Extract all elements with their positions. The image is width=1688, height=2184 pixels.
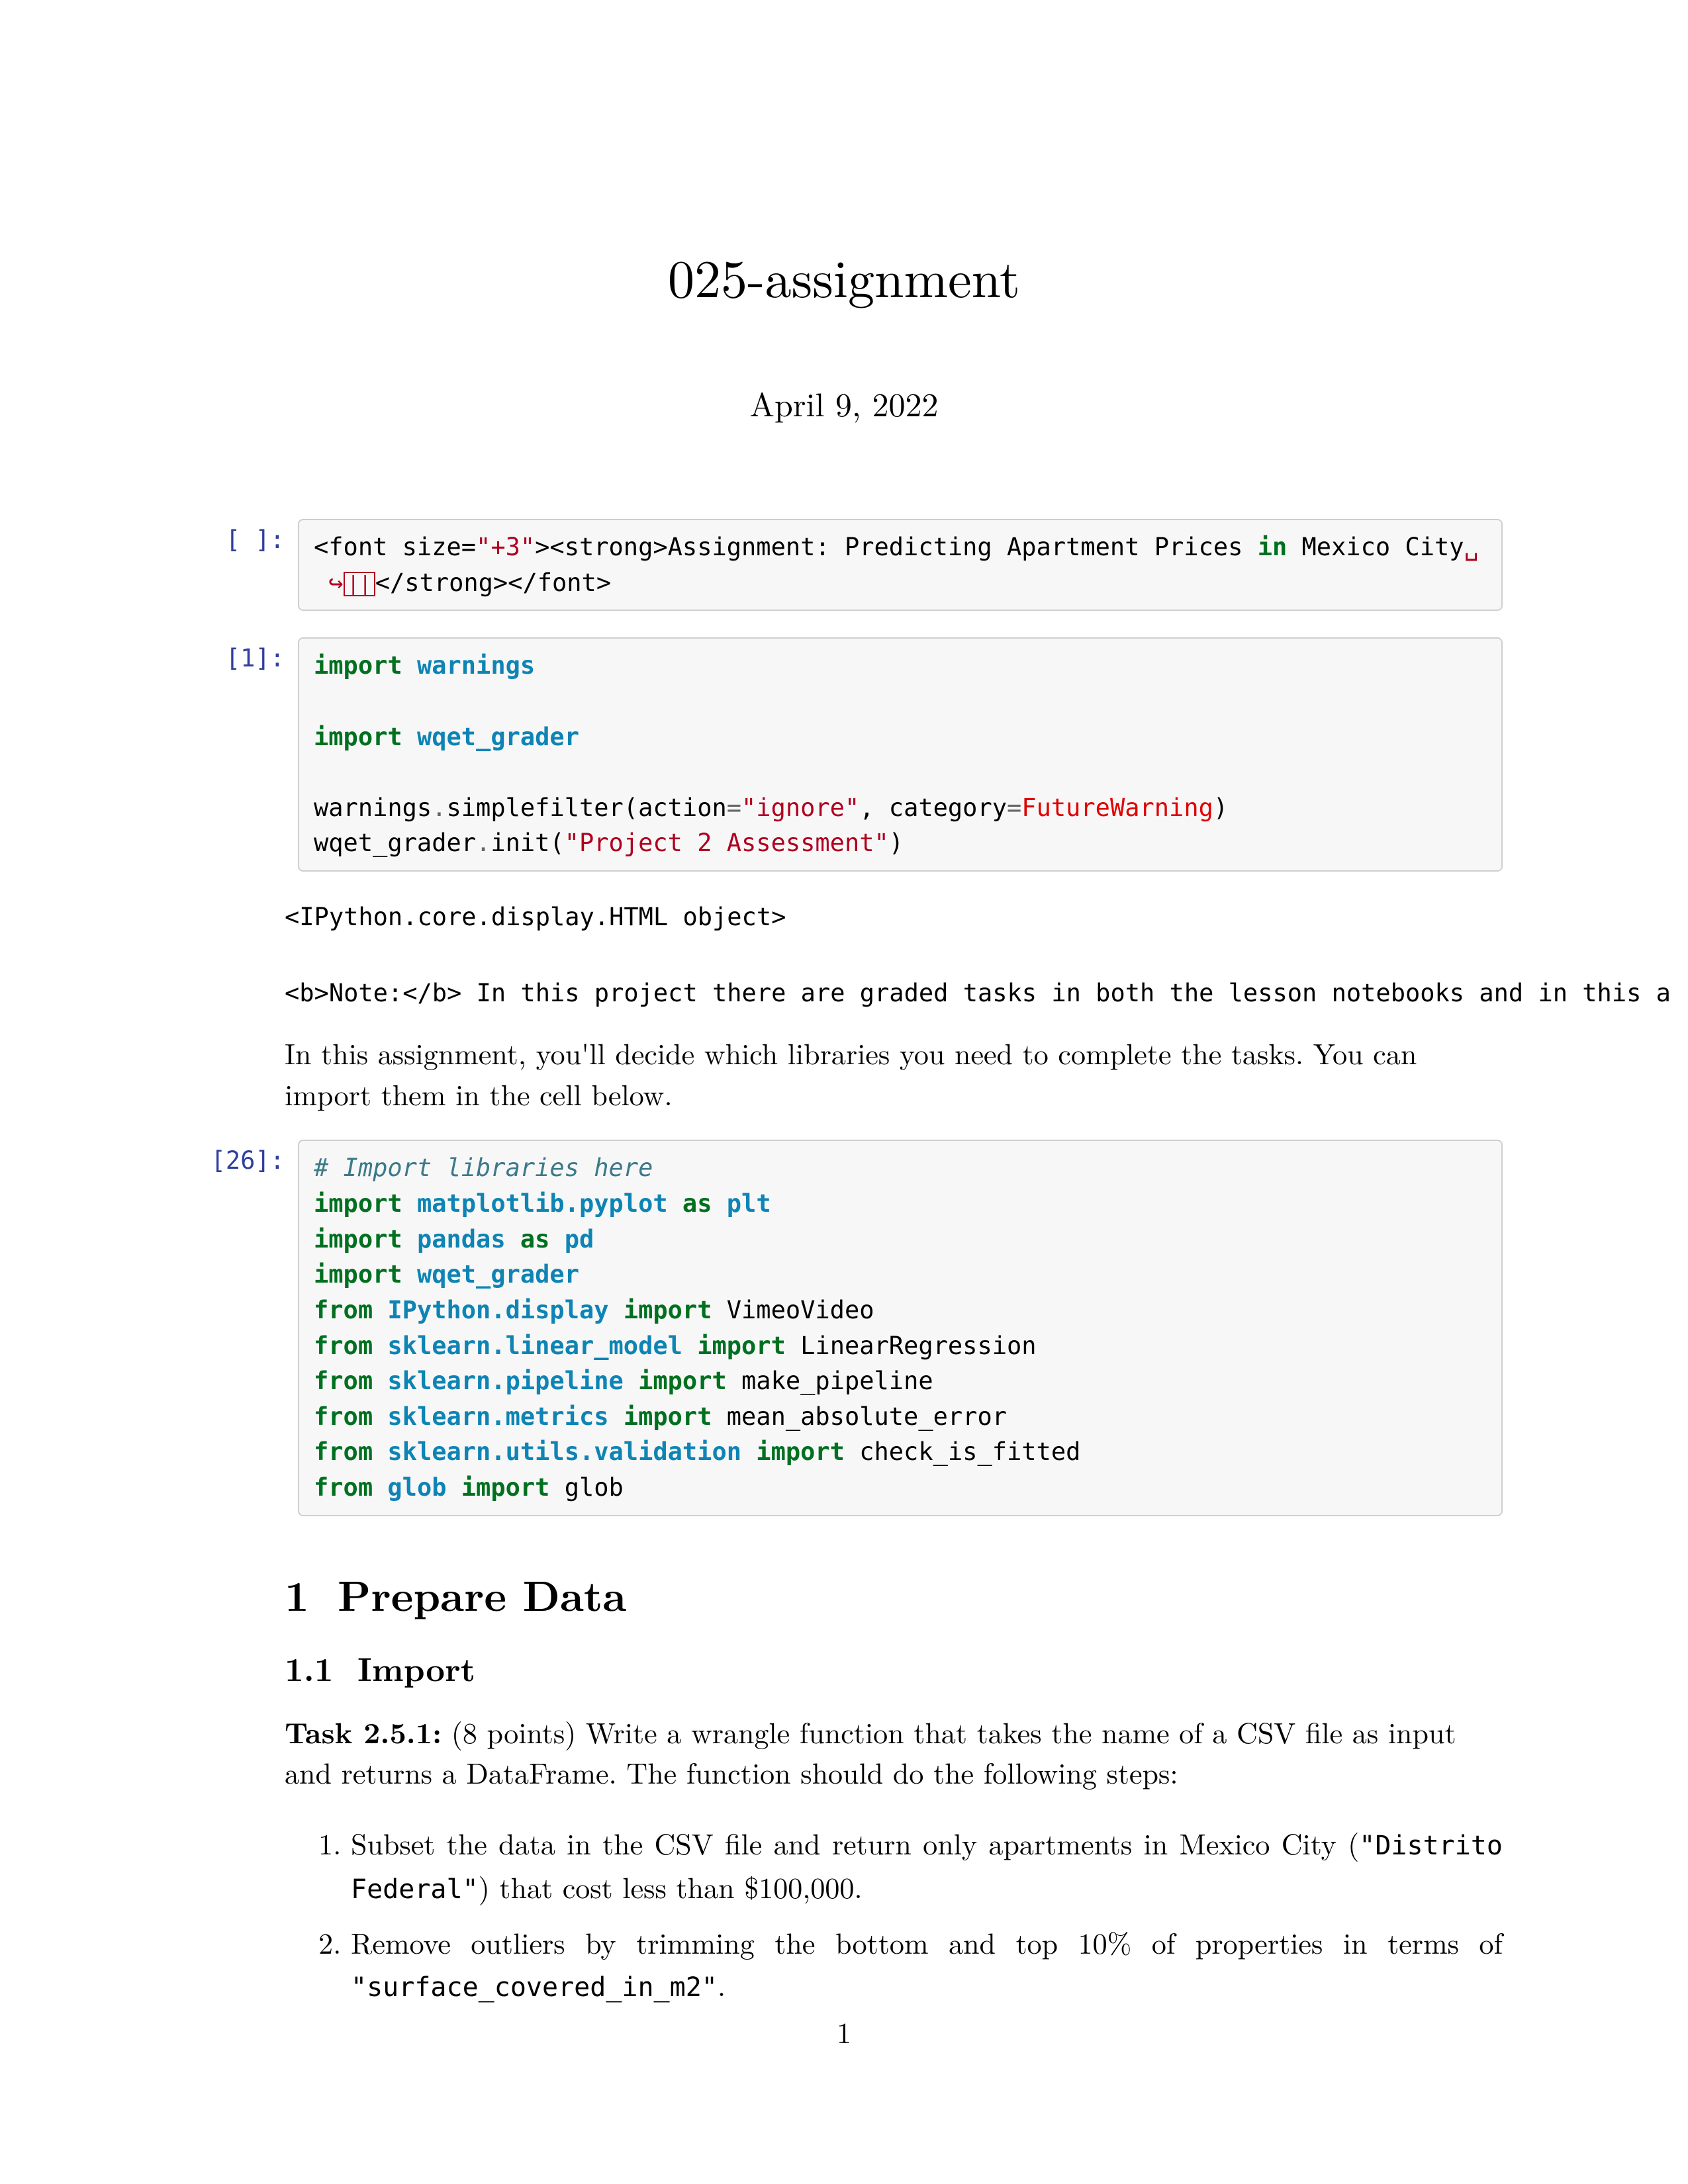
- code-token: import: [314, 1225, 402, 1253]
- cell-prompt: [26]:: [185, 1140, 298, 1175]
- code-token: ><strong>Assignment: Predicting Apartmen…: [535, 533, 1258, 561]
- code-token: from: [314, 1473, 373, 1502]
- code-token: glob: [565, 1473, 624, 1502]
- code-token: , category: [859, 794, 1007, 822]
- code-token: IPython.display: [387, 1296, 608, 1324]
- code-token: import: [624, 1402, 712, 1431]
- code-token: from: [314, 1402, 373, 1431]
- code-token: check_is_fitted: [859, 1437, 1080, 1466]
- code-token: import: [314, 1189, 402, 1218]
- code-token: import: [697, 1332, 786, 1360]
- code-cell: [1]: import warnings import wqet_grader …: [185, 637, 1503, 872]
- task-label: Task 2.5.1:: [285, 1710, 442, 1752]
- output-line: <IPython.core.display.HTML object>: [285, 903, 786, 931]
- page: 025-assignment April 9, 2022 [ ]: <font …: [0, 0, 1688, 2184]
- code-inline: "surface_covered_in_m2": [351, 1972, 718, 2003]
- code-cell: [26]: # Import libraries here import matp…: [185, 1140, 1503, 1516]
- code-token: pandas: [417, 1225, 506, 1253]
- subsection-heading: 1.1Import: [285, 1643, 1503, 1691]
- document-date: April 9, 2022: [185, 379, 1503, 426]
- code-token: <font size=: [314, 533, 476, 561]
- code-token: import: [624, 1296, 712, 1324]
- code-token: "ignore": [741, 794, 859, 822]
- code-token: mean_absolute_error: [727, 1402, 1007, 1431]
- code-cell: [ ]: <font size="+3"><strong>Assignment:…: [185, 519, 1503, 611]
- code-token: =: [727, 794, 741, 822]
- step-text: Remove outliers by trimming the bottom a…: [351, 1921, 1503, 1962]
- code-box: import warnings import wqet_grader warni…: [298, 637, 1503, 872]
- code-token: in: [1258, 533, 1288, 561]
- code-token: .: [432, 794, 446, 822]
- code-token: as: [682, 1189, 712, 1218]
- code-box: <font size="+3"><strong>Assignment: Pred…: [298, 519, 1503, 611]
- code-box: # Import libraries here import matplotlib…: [298, 1140, 1503, 1516]
- task-steps-list: Subset the data in the CSV file and retu…: [285, 1821, 1503, 2007]
- code-token: as: [520, 1225, 550, 1253]
- step-text: ) that cost less than $100,000.: [479, 1865, 863, 1907]
- step-text: Subset the data in the CSV file and retu…: [351, 1821, 1359, 1863]
- code-inline: wrangle: [691, 1710, 790, 1752]
- output-line: <b>Note:</b> In this project there are g…: [285, 979, 1671, 1007]
- code-token: wqet_grader: [417, 723, 579, 751]
- code-token: sklearn.linear_model: [387, 1332, 682, 1360]
- code-token: sklearn.utils.validation: [387, 1437, 741, 1466]
- body-paragraph: In this assignment, you'll decide which …: [285, 1032, 1503, 1113]
- continuation-arrow-icon: ↪: [328, 569, 343, 597]
- code-token: pd: [565, 1225, 594, 1253]
- code-token: Mexico City: [1287, 533, 1464, 561]
- code-token: warnings: [417, 651, 535, 680]
- code-token: sklearn.metrics: [387, 1402, 608, 1431]
- code-token: import: [638, 1367, 727, 1395]
- page-number: 1: [0, 2010, 1688, 2052]
- section-number: 1: [285, 1563, 338, 1623]
- subsection-number: 1.1: [285, 1643, 357, 1691]
- code-token: init(: [491, 829, 564, 857]
- document-title: 025-assignment: [185, 238, 1503, 313]
- code-token: plt: [727, 1189, 771, 1218]
- code-token: warnings: [314, 794, 432, 822]
- code-token: make_pipeline: [741, 1367, 933, 1395]
- code-comment: # Import libraries here: [314, 1154, 653, 1182]
- code-token: import: [756, 1437, 845, 1466]
- code-token: </strong></font>: [375, 569, 611, 597]
- cell-prompt: [1]:: [185, 637, 298, 672]
- code-token: from: [314, 1332, 373, 1360]
- code-token: from: [314, 1437, 373, 1466]
- code-token: "Project 2 Assessment": [565, 829, 889, 857]
- subsection-title: Import: [357, 1643, 475, 1691]
- step-text: .: [718, 1963, 726, 2005]
- code-token: =: [1007, 794, 1021, 822]
- task-text: (8 points) Write a: [442, 1710, 691, 1752]
- code-token: import: [314, 651, 402, 680]
- code-token: matplotlib.pyplot: [417, 1189, 668, 1218]
- code-token: import: [314, 1260, 402, 1289]
- code-token: VimeoVideo: [727, 1296, 874, 1324]
- code-token: ): [889, 829, 904, 857]
- task-paragraph: Task 2.5.1: (8 points) Write a wrangle f…: [285, 1711, 1503, 1792]
- code-token: wqet_grader: [314, 829, 476, 857]
- section-title: Prepare Data: [338, 1563, 626, 1623]
- wrap-glyph-icon: ␣: [1464, 533, 1479, 561]
- list-item: Subset the data in the CSV file and retu…: [351, 1821, 1503, 1909]
- cell-prompt: [ ]:: [185, 519, 298, 554]
- code-token: import: [314, 723, 402, 751]
- code-token: import: [461, 1473, 550, 1502]
- wrap-box-icon: ||: [344, 572, 375, 596]
- code-token: simplefilter(action: [447, 794, 727, 822]
- code-token: wqet_grader: [417, 1260, 579, 1289]
- list-item: Remove outliers by trimming the bottom a…: [351, 1921, 1503, 2007]
- code-token: glob: [387, 1473, 446, 1502]
- code-token: ): [1213, 794, 1228, 822]
- code-token: "+3": [476, 533, 535, 561]
- code-token: from: [314, 1296, 373, 1324]
- code-token: .: [476, 829, 491, 857]
- section-heading: 1Prepare Data: [285, 1563, 1503, 1623]
- code-token: sklearn.pipeline: [387, 1367, 623, 1395]
- code-token: from: [314, 1367, 373, 1395]
- cell-output: <IPython.core.display.HTML object> <b>No…: [285, 898, 1503, 1012]
- code-token: FutureWarning: [1021, 794, 1213, 822]
- code-token: LinearRegression: [800, 1332, 1036, 1360]
